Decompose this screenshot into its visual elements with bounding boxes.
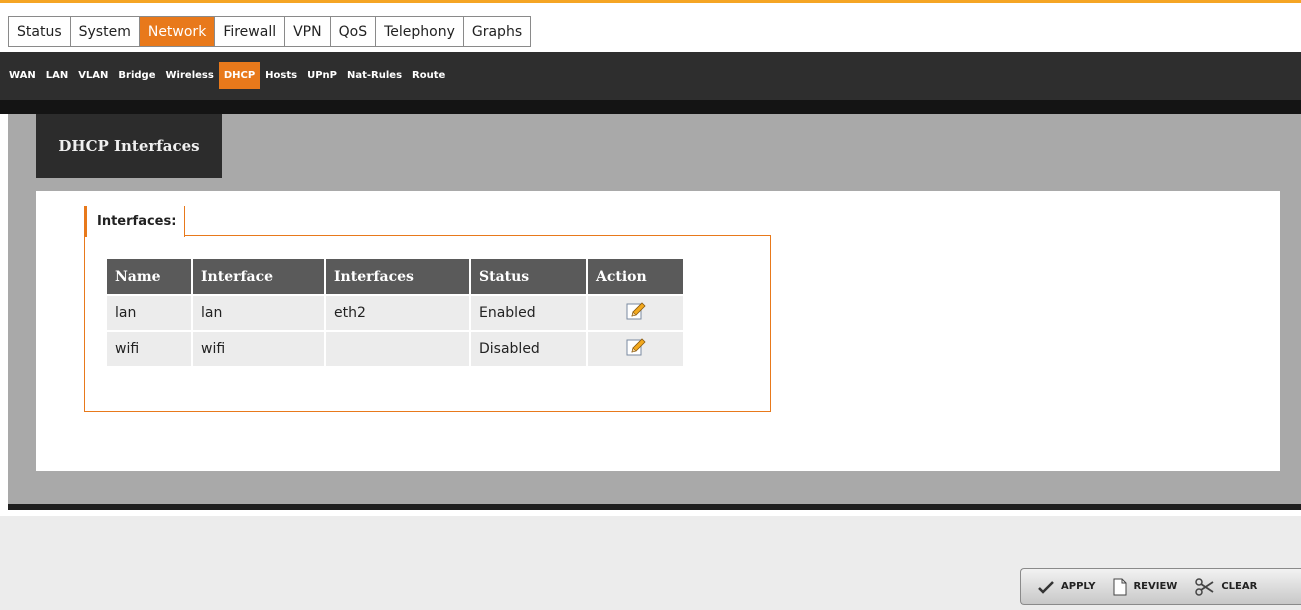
top-nav-system[interactable]: System: [71, 17, 140, 46]
top-nav-telephony[interactable]: Telephony: [376, 17, 464, 46]
cell-interface: wifi: [193, 332, 324, 366]
table-row: lan lan eth2 Enabled: [107, 296, 683, 330]
column-header-interface: Interface: [193, 259, 324, 294]
sub-nav-nat-rules[interactable]: Nat-Rules: [342, 62, 407, 89]
column-header-action: Action: [588, 259, 683, 294]
main-panel: DHCP Interfaces Interfaces: Name Interfa…: [8, 114, 1301, 510]
edit-icon[interactable]: [626, 301, 646, 325]
top-nav-graphs[interactable]: Graphs: [464, 17, 530, 46]
review-button-label: REVIEW: [1133, 581, 1178, 592]
sub-nav-dhcp[interactable]: DHCP: [218, 62, 261, 89]
cell-status: Enabled: [471, 296, 586, 330]
cell-interfaces: eth2: [326, 296, 469, 330]
interfaces-fieldset: Interfaces: Name Interface Interfaces St…: [84, 206, 771, 412]
top-nav: Status System Network Firewall VPN QoS T…: [8, 16, 532, 47]
cell-interfaces: [326, 332, 469, 366]
dhcp-interfaces-table: Name Interface Interfaces Status Action …: [105, 257, 685, 368]
top-bar: Status System Network Firewall VPN QoS T…: [0, 0, 1301, 52]
document-icon: [1113, 578, 1127, 595]
content-area: Interfaces: Name Interface Interfaces St…: [36, 191, 1280, 471]
column-header-name: Name: [107, 259, 191, 294]
clear-button-label: CLEAR: [1221, 581, 1258, 592]
top-nav-firewall[interactable]: Firewall: [215, 17, 286, 46]
scissors-icon: [1195, 577, 1214, 596]
cell-name: lan: [107, 296, 191, 330]
action-button-bar: APPLY REVIEW CLEAR: [1020, 568, 1301, 605]
apply-button-label: APPLY: [1061, 581, 1096, 592]
checkmark-icon: [1038, 580, 1054, 594]
cell-status: Disabled: [471, 332, 586, 366]
edit-icon[interactable]: [626, 337, 646, 361]
sub-nav-upnp[interactable]: UPnP: [302, 62, 342, 89]
cell-interface: lan: [193, 296, 324, 330]
column-header-interfaces: Interfaces: [326, 259, 469, 294]
fieldset-legend: Interfaces:: [84, 206, 186, 237]
cell-name: wifi: [107, 332, 191, 366]
column-header-status: Status: [471, 259, 586, 294]
top-nav-status[interactable]: Status: [9, 17, 71, 46]
sub-nav: WAN LAN VLAN Bridge Wireless DHCP Hosts …: [4, 62, 450, 89]
table-header-row: Name Interface Interfaces Status Action: [107, 259, 683, 294]
sub-nav-bar: WAN LAN VLAN Bridge Wireless DHCP Hosts …: [0, 52, 1301, 100]
sub-nav-hosts[interactable]: Hosts: [260, 62, 302, 89]
divider-strip: [0, 100, 1301, 114]
sub-nav-lan[interactable]: LAN: [41, 62, 73, 89]
cell-action: [588, 332, 683, 366]
footer: APPLY REVIEW CLEAR: [0, 516, 1301, 610]
apply-button[interactable]: APPLY: [1037, 580, 1095, 594]
sub-nav-bridge[interactable]: Bridge: [113, 62, 160, 89]
cell-action: [588, 296, 683, 330]
sub-nav-vlan[interactable]: VLAN: [73, 62, 113, 89]
clear-button[interactable]: CLEAR: [1195, 577, 1258, 596]
table-row: wifi wifi Disabled: [107, 332, 683, 366]
sub-nav-route[interactable]: Route: [407, 62, 450, 89]
top-nav-qos[interactable]: QoS: [331, 17, 377, 46]
sub-nav-wan[interactable]: WAN: [4, 62, 41, 89]
review-button[interactable]: REVIEW: [1113, 578, 1177, 596]
top-nav-vpn[interactable]: VPN: [285, 17, 331, 46]
panel-title: DHCP Interfaces: [36, 114, 222, 178]
top-nav-network[interactable]: Network: [139, 17, 216, 46]
sub-nav-wireless[interactable]: Wireless: [161, 62, 219, 89]
